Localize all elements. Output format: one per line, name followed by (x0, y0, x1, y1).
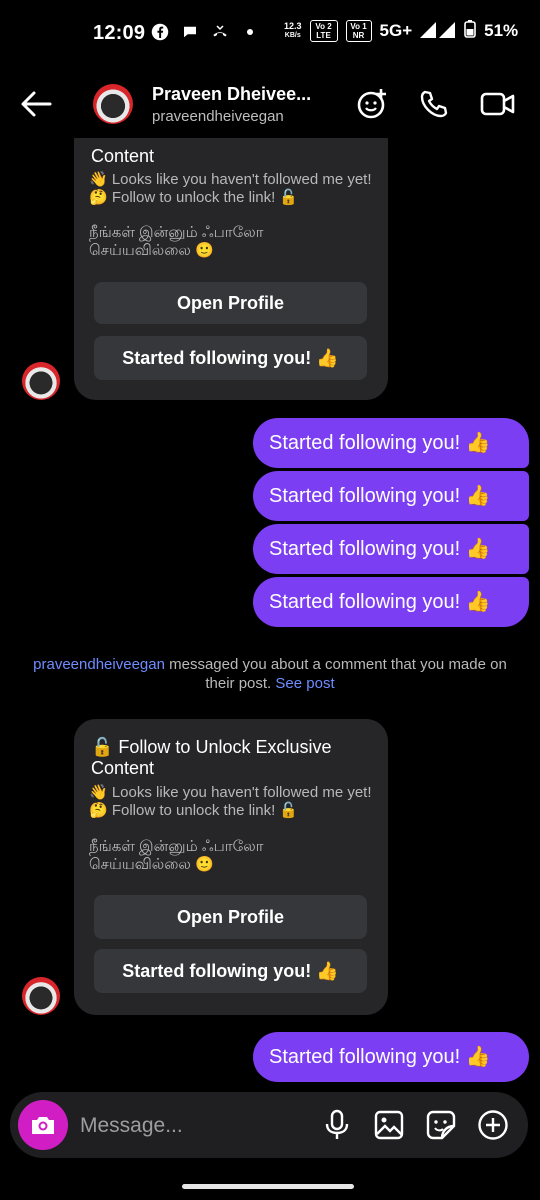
voice-message-button[interactable] (320, 1108, 354, 1142)
battery-icon (464, 20, 476, 42)
camera-icon (32, 1117, 54, 1134)
back-button[interactable] (18, 88, 54, 120)
signal-icon (420, 20, 456, 42)
sticker-icon (426, 1110, 456, 1140)
emoji-add-button[interactable] (354, 86, 390, 122)
volte-badge: Vo 2 LTE (309, 20, 338, 42)
chat-bubble-icon (180, 22, 200, 42)
sender-avatar[interactable] (22, 977, 60, 1015)
plus-circle-icon (478, 1110, 508, 1140)
more-options-button[interactable] (476, 1108, 510, 1142)
video-camera-icon (480, 92, 515, 116)
notification-icons (150, 22, 260, 42)
contact-username[interactable]: praveendheiveegan (152, 108, 284, 125)
sent-message[interactable]: Started following you! 👍 (253, 471, 529, 521)
missed-call-icon (210, 22, 230, 42)
volte-nr-badge: Vo 1 NR (345, 20, 372, 42)
started-following-button[interactable]: Started following you! 👍 (94, 336, 367, 380)
net-speed-value: 12.3 (284, 21, 302, 31)
smiley-plus-icon (357, 89, 386, 119)
microphone-icon (325, 1109, 349, 1139)
unlock-card: Content 👋 Looks like you haven't followe… (74, 138, 388, 400)
network-type: 5G+ (379, 21, 413, 40)
net-speed: 12.3 KB/s (284, 22, 302, 40)
card-body-tamil: நீங்கள் இன்னும் ஃபாலோ செய்யவில்லை 🙂 (89, 838, 264, 873)
gallery-button[interactable] (372, 1108, 406, 1142)
card-title: 🔓 Follow to Unlock Exclusive Content (91, 737, 332, 778)
dot-icon (240, 22, 260, 42)
see-post-link[interactable]: See post (275, 675, 334, 692)
card-body-english: 👋 Looks like you haven't followed me yet… (89, 784, 372, 819)
facebook-icon (150, 22, 170, 42)
comment-notice: praveendheiveegan messaged you about a c… (30, 655, 510, 693)
unlock-card: 🔓 Follow to Unlock Exclusive Content 👋 L… (74, 719, 388, 1015)
card-body-tamil: நீங்கள் இன்னும் ஃபாலோ செய்யவில்லை 🙂 (89, 224, 264, 259)
started-following-button[interactable]: Started following you! 👍 (94, 949, 367, 993)
sent-message[interactable]: Started following you! 👍 (253, 524, 529, 574)
sent-message[interactable]: Started following you! 👍 (253, 418, 529, 468)
battery-percent: 51% (484, 21, 519, 40)
phone-icon (420, 90, 448, 118)
arrow-left-icon (21, 91, 52, 117)
sent-message[interactable]: Started following you! 👍 (253, 577, 529, 627)
system-status: 12.3 KB/s Vo 2 LTE Vo 1 NR 5G+ 51% (284, 20, 518, 42)
message-input[interactable]: Message... (80, 1114, 183, 1138)
open-profile-button[interactable]: Open Profile (94, 282, 367, 324)
sender-avatar[interactable] (22, 362, 60, 400)
open-profile-button[interactable]: Open Profile (94, 895, 367, 939)
status-bar: 12:09 12.3 KB/s Vo 2 LTE Vo 1 NR 5G+ 51% (0, 0, 540, 64)
net-speed-unit: KB/s (284, 32, 301, 39)
camera-button[interactable] (18, 1100, 68, 1150)
card-title: Content (91, 146, 155, 166)
video-call-button[interactable] (480, 86, 516, 122)
notice-text: messaged you about a comment that you ma… (169, 656, 507, 692)
notice-username[interactable]: praveendheiveegan (33, 656, 165, 673)
voice-call-button[interactable] (416, 86, 452, 122)
image-icon (374, 1110, 404, 1140)
status-time: 12:09 (93, 22, 146, 44)
contact-name[interactable]: Praveen Dheivee... (152, 84, 311, 105)
home-indicator[interactable] (182, 1184, 354, 1189)
header-avatar[interactable] (93, 84, 133, 124)
sticker-button[interactable] (424, 1108, 458, 1142)
card-body-english: 👋 Looks like you haven't followed me yet… (89, 171, 372, 206)
sent-message[interactable]: Started following you! 👍 (253, 1032, 529, 1082)
